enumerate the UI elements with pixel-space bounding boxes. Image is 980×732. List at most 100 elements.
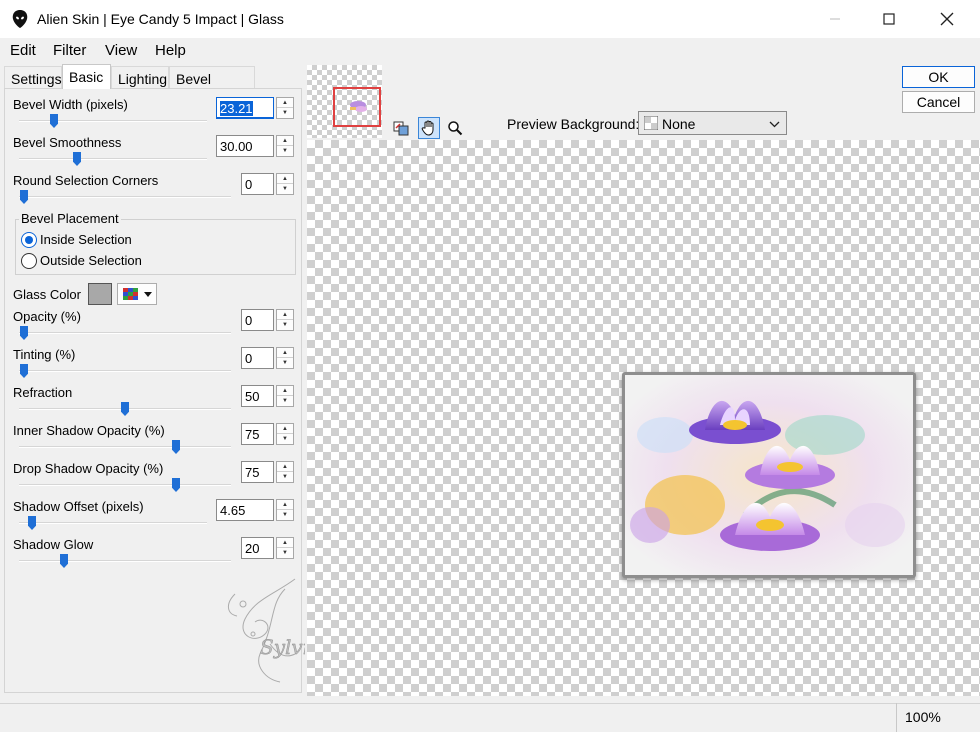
refraction-spinner[interactable]: 50 ▲ ▼ [241, 385, 296, 407]
spin-down-icon[interactable]: ▼ [277, 358, 293, 368]
menu-edit[interactable]: Edit [10, 42, 36, 59]
round-corners-label: Round Selection Corners [13, 173, 159, 188]
round-corners-spin-buttons[interactable]: ▲ ▼ [276, 173, 294, 195]
spin-up-icon[interactable]: ▲ [277, 136, 293, 146]
ok-button[interactable]: OK [902, 66, 975, 88]
tinting-spin-buttons[interactable]: ▲ ▼ [276, 347, 294, 369]
spin-up-icon[interactable]: ▲ [277, 462, 293, 472]
tab-settings[interactable]: Settings [4, 66, 62, 89]
opacity-input[interactable]: 0 [241, 309, 274, 331]
tinting-slider-thumb[interactable] [20, 364, 28, 378]
shadow-offset-spinner[interactable]: 4.65 ▲ ▼ [216, 499, 296, 521]
spin-up-icon[interactable]: ▲ [277, 538, 293, 548]
refraction-spin-buttons[interactable]: ▲ ▼ [276, 385, 294, 407]
menu-filter[interactable]: Filter [53, 42, 86, 59]
hand-tool-button[interactable] [418, 117, 440, 139]
zoom-tool-button[interactable] [444, 117, 466, 139]
spin-down-icon[interactable]: ▼ [277, 108, 293, 118]
shadow-offset-input[interactable]: 4.65 [216, 499, 274, 521]
spin-up-icon[interactable]: ▲ [277, 310, 293, 320]
spin-down-icon[interactable]: ▼ [277, 548, 293, 558]
spin-up-icon[interactable]: ▲ [277, 348, 293, 358]
bevel-width-slider[interactable] [19, 120, 207, 122]
close-button[interactable] [924, 0, 970, 38]
drop-shadow-input[interactable]: 75 [241, 461, 274, 483]
compare-tool-button[interactable] [390, 117, 412, 139]
zoom-level: 100% [896, 703, 980, 732]
round-corners-slider-thumb[interactable] [20, 190, 28, 204]
bevel-smoothness-spinner[interactable]: 30.00 ▲ ▼ [216, 135, 296, 157]
refraction-slider-thumb[interactable] [121, 402, 129, 416]
inside-selection-radio[interactable] [21, 232, 37, 248]
shadow-glow-slider[interactable] [19, 560, 231, 562]
glass-color-swatch[interactable] [88, 283, 112, 305]
shadow-glow-spin-buttons[interactable]: ▲ ▼ [276, 537, 294, 559]
shadow-glow-input[interactable]: 20 [241, 537, 274, 559]
opacity-spinner[interactable]: 0 ▲ ▼ [241, 309, 296, 331]
spin-down-icon[interactable]: ▼ [277, 396, 293, 406]
spin-down-icon[interactable]: ▼ [277, 472, 293, 482]
preview-background-label: Preview Background: [507, 116, 640, 132]
tab-lighting[interactable]: Lighting [111, 66, 169, 89]
drop-shadow-slider[interactable] [19, 484, 231, 486]
cancel-button[interactable]: Cancel [902, 91, 975, 113]
spin-up-icon[interactable]: ▲ [277, 424, 293, 434]
opacity-spin-buttons[interactable]: ▲ ▼ [276, 309, 294, 331]
inner-shadow-slider-thumb[interactable] [172, 440, 180, 454]
bevel-width-spin-buttons[interactable]: ▲ ▼ [276, 97, 294, 119]
bevel-width-input[interactable]: 23.21 [216, 97, 274, 119]
inside-selection-label[interactable]: Inside Selection [40, 232, 132, 247]
drop-shadow-slider-thumb[interactable] [172, 478, 180, 492]
drop-shadow-spin-buttons[interactable]: ▲ ▼ [276, 461, 294, 483]
round-corners-slider[interactable] [19, 196, 231, 198]
menu-bar: Edit Filter View Help [0, 38, 980, 63]
spin-down-icon[interactable]: ▼ [277, 320, 293, 330]
bevel-smoothness-spin-buttons[interactable]: ▲ ▼ [276, 135, 294, 157]
inner-shadow-spinner[interactable]: 75 ▲ ▼ [241, 423, 296, 445]
spin-down-icon[interactable]: ▼ [277, 184, 293, 194]
shadow-glow-spinner[interactable]: 20 ▲ ▼ [241, 537, 296, 559]
round-corners-input[interactable]: 0 [241, 173, 274, 195]
inner-shadow-input[interactable]: 75 [241, 423, 274, 445]
shadow-offset-slider[interactable] [19, 522, 207, 524]
bevel-smoothness-slider-thumb[interactable] [73, 152, 81, 166]
inner-shadow-slider[interactable] [19, 446, 231, 448]
hand-icon [421, 120, 434, 136]
outside-selection-label[interactable]: Outside Selection [40, 253, 142, 268]
refraction-input[interactable]: 50 [241, 385, 274, 407]
minimize-button[interactable] [812, 0, 858, 38]
bevel-smoothness-input[interactable]: 30.00 [216, 135, 274, 157]
shadow-glow-slider-thumb[interactable] [60, 554, 68, 568]
preview-background-select[interactable]: None [638, 111, 787, 135]
drop-shadow-spinner[interactable]: 75 ▲ ▼ [241, 461, 296, 483]
spin-down-icon[interactable]: ▼ [277, 146, 293, 156]
color-grid-icon [123, 288, 138, 300]
opacity-slider[interactable] [19, 332, 231, 334]
tab-basic[interactable]: Basic [62, 64, 111, 89]
bevel-width-spinner[interactable]: 23.21 ▲ ▼ [216, 97, 296, 119]
spin-down-icon[interactable]: ▼ [277, 434, 293, 444]
inner-shadow-spin-buttons[interactable]: ▲ ▼ [276, 423, 294, 445]
maximize-button[interactable] [866, 0, 912, 38]
shadow-offset-slider-thumb[interactable] [28, 516, 36, 530]
tab-bevel-profile[interactable]: Bevel Profile [169, 66, 255, 103]
outside-selection-radio[interactable] [21, 253, 37, 269]
bevel-width-slider-thumb[interactable] [50, 114, 58, 128]
navigator-view-rect[interactable] [333, 87, 381, 127]
spin-up-icon[interactable]: ▲ [277, 386, 293, 396]
drop-shadow-label: Drop Shadow Opacity (%) [13, 461, 164, 476]
spin-down-icon[interactable]: ▼ [277, 510, 293, 520]
color-picker-button[interactable] [117, 283, 157, 305]
menu-help[interactable]: Help [155, 42, 186, 59]
tinting-slider[interactable] [19, 370, 231, 372]
bevel-smoothness-slider[interactable] [19, 158, 207, 160]
round-corners-spinner[interactable]: 0 ▲ ▼ [241, 173, 296, 195]
spin-up-icon[interactable]: ▲ [277, 98, 293, 108]
opacity-slider-thumb[interactable] [20, 326, 28, 340]
shadow-offset-spin-buttons[interactable]: ▲ ▼ [276, 499, 294, 521]
tinting-spinner[interactable]: 0 ▲ ▼ [241, 347, 296, 369]
spin-up-icon[interactable]: ▲ [277, 500, 293, 510]
spin-up-icon[interactable]: ▲ [277, 174, 293, 184]
tinting-input[interactable]: 0 [241, 347, 274, 369]
menu-view[interactable]: View [105, 42, 137, 59]
